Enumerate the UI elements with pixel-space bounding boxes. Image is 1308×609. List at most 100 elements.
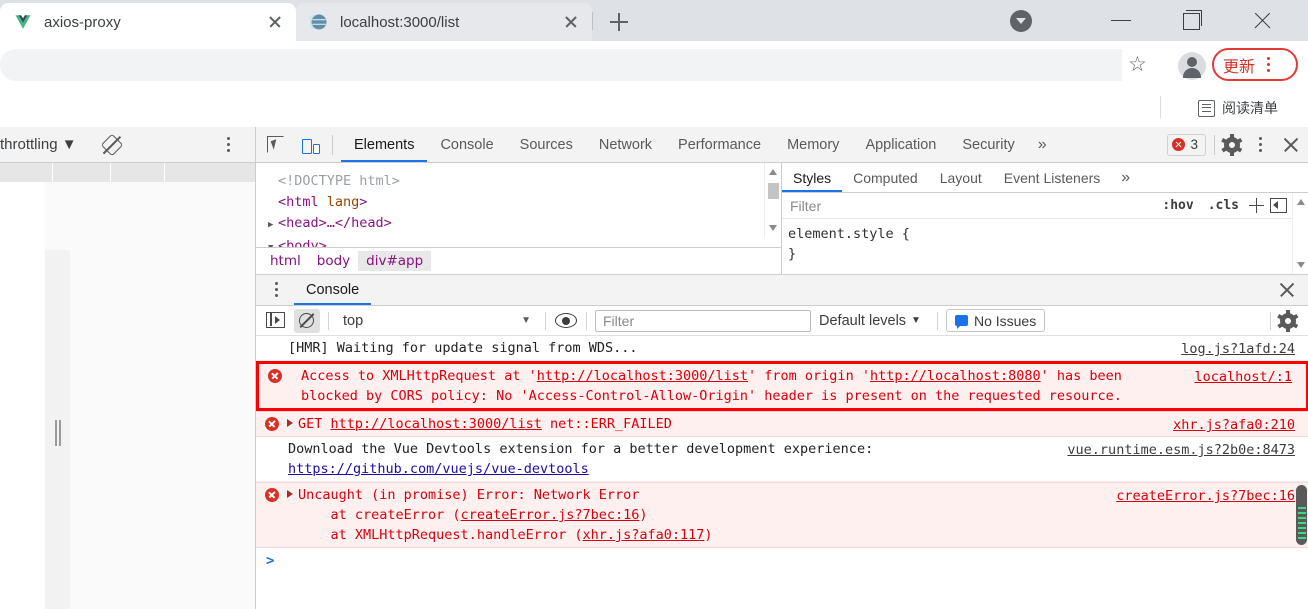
force-state-button[interactable]: :hov (1155, 198, 1200, 213)
expand-triangle-icon[interactable] (287, 419, 293, 427)
plus-icon[interactable] (1246, 196, 1268, 216)
kebab-menu-icon[interactable] (221, 135, 237, 155)
tab-elements[interactable]: Elements (341, 127, 427, 162)
tab-network[interactable]: Network (586, 127, 665, 162)
expand-triangle-icon[interactable] (287, 490, 293, 498)
tab-memory[interactable]: Memory (774, 127, 852, 162)
address-bar[interactable] (0, 49, 1122, 81)
inspect-element-icon[interactable] (262, 131, 290, 159)
scroll-up-icon[interactable] (1297, 199, 1305, 205)
dom-line-head[interactable]: ▶ <head>…</head> (268, 213, 764, 236)
browser-tab-inactive[interactable]: localhost:3000/list (296, 3, 592, 41)
styles-tab-bar: Styles Computed Layout Event Listeners » (782, 163, 1308, 193)
tab-label: Memory (787, 136, 840, 153)
issues-button[interactable]: No Issues (945, 309, 1046, 332)
gear-icon[interactable] (1277, 309, 1299, 332)
tab-search-icon[interactable] (1010, 10, 1032, 32)
styles-rules[interactable]: element.style { } (782, 220, 1292, 274)
console-scrollbar[interactable] (1296, 485, 1307, 545)
tab-layout[interactable]: Layout (929, 163, 993, 192)
tab-event-listeners[interactable]: Event Listeners (993, 163, 1112, 192)
console-sidebar-icon[interactable] (264, 310, 288, 332)
kebab-menu-icon[interactable] (1253, 135, 1269, 155)
live-expression-icon[interactable] (554, 312, 578, 329)
dom-scrollbar[interactable] (764, 163, 781, 237)
breadcrumb-item-html[interactable]: html (262, 251, 309, 271)
tab-console[interactable]: Console (294, 275, 371, 305)
element-classes-button[interactable]: .cls (1201, 198, 1246, 213)
scroll-up-icon[interactable] (769, 169, 777, 175)
cors-line2: blocked by CORS policy: No 'Access-Contr… (301, 388, 1122, 404)
console-message-cors-error[interactable]: Access to XMLHttpRequest at 'http://loca… (256, 361, 1308, 411)
console-message-uncaught-network-error[interactable]: Uncaught (in promise) Error: Network Err… (256, 482, 1308, 548)
scroll-down-icon[interactable] (769, 225, 777, 231)
scroll-down-icon[interactable] (1297, 262, 1305, 268)
tab-computed[interactable]: Computed (842, 163, 929, 192)
console-message-get-failed[interactable]: GET http://localhost:3000/list net::ERR_… (256, 411, 1308, 437)
breadcrumb-item-body[interactable]: body (309, 251, 358, 271)
profile-avatar-icon[interactable] (1178, 52, 1206, 80)
message-source-link[interactable]: xhr.js?afa0:210 (1173, 415, 1295, 435)
styles-filter-input[interactable] (782, 193, 1156, 218)
more-tabs-icon[interactable]: » (1028, 136, 1057, 154)
toggle-sidebar-icon[interactable] (1268, 196, 1290, 216)
tab-label: Console (306, 282, 360, 298)
tab-console[interactable]: Console (427, 127, 506, 162)
styles-panel: Styles Computed Layout Event Listeners »… (782, 163, 1308, 274)
devtools-link[interactable]: https://github.com/vuejs/vue-devtools (288, 461, 589, 477)
tab-close-icon[interactable] (262, 9, 288, 35)
uncaught-line2-link[interactable]: createError.js?7bec:16 (461, 507, 640, 523)
rotate-device-icon[interactable] (100, 133, 123, 156)
error-icon (268, 369, 282, 383)
message-source-link[interactable]: vue.runtime.esm.js?2b0e:8473 (1067, 440, 1295, 460)
console-filter-input[interactable] (595, 309, 811, 332)
throttling-dropdown[interactable]: throttling ▼ (0, 136, 77, 153)
kebab-menu-icon[interactable] (266, 280, 288, 300)
clear-console-icon[interactable] (294, 308, 320, 333)
reading-list-button[interactable]: 阅读清单 (1198, 96, 1278, 120)
tab-application[interactable]: Application (852, 127, 949, 162)
console-message-vue-devtools[interactable]: Download the Vue Devtools extension for … (256, 437, 1308, 482)
message-source-link[interactable]: createError.js?7bec:16 (1116, 486, 1295, 506)
dom-tree[interactable]: <!DOCTYPE html> <html lang> ▶ <head>…</he… (256, 163, 764, 254)
uncaught-line3-link[interactable]: xhr.js?afa0:117 (582, 527, 704, 543)
close-icon[interactable] (1281, 135, 1301, 155)
styles-toolbar: :hov .cls (782, 193, 1292, 219)
tab-styles[interactable]: Styles (782, 163, 842, 192)
log-levels-dropdown[interactable]: Default levels ▼ (811, 313, 929, 329)
browser-tab-active[interactable]: axios-proxy (0, 3, 296, 41)
message-source-link[interactable]: localhost/:1 (1194, 367, 1292, 387)
cors-pre: Access to XMLHttpRequest at ' (301, 368, 537, 384)
tab-sources[interactable]: Sources (507, 127, 586, 162)
kebab-menu-icon[interactable] (1261, 55, 1277, 75)
tab-performance[interactable]: Performance (665, 127, 774, 162)
console-prompt[interactable]: > (256, 548, 1308, 576)
cors-url-target[interactable]: http://localhost:3000/list (537, 368, 748, 384)
close-icon[interactable] (1240, 0, 1286, 41)
execution-context-dropdown[interactable]: top ▼ (337, 309, 537, 333)
styles-scrollbar[interactable] (1292, 193, 1308, 274)
tab-close-icon[interactable] (558, 9, 584, 35)
device-resize-handle[interactable] (45, 250, 70, 609)
star-icon[interactable]: ☆ (1128, 53, 1154, 79)
message-text: Access to XMLHttpRequest at 'http://loca… (259, 366, 1306, 406)
get-url[interactable]: http://localhost:3000/list (331, 416, 542, 432)
console-message-hmr[interactable]: [HMR] Waiting for update signal from WDS… (256, 336, 1308, 361)
device-ruler (0, 163, 256, 182)
message-source-link[interactable]: log.js?1afd:24 (1181, 339, 1295, 359)
scroll-thumb[interactable] (768, 183, 779, 199)
tab-security[interactable]: Security (949, 127, 1027, 162)
update-button[interactable]: 更新 (1212, 48, 1298, 81)
device-toolbar-icon[interactable] (296, 131, 324, 159)
console-message-list[interactable]: [HMR] Waiting for update signal from WDS… (256, 336, 1308, 609)
gear-icon[interactable] (1221, 133, 1243, 156)
minimize-icon[interactable] (1098, 0, 1144, 41)
close-icon[interactable] (1277, 280, 1297, 300)
more-tabs-icon[interactable]: » (1111, 169, 1140, 187)
cors-url-origin[interactable]: http://localhost:8080 (870, 368, 1041, 384)
error-count-badge[interactable]: 3 (1167, 133, 1206, 156)
breadcrumb-item-div-app[interactable]: div#app (358, 251, 432, 271)
expand-triangle-icon[interactable]: ▶ (268, 215, 278, 236)
new-tab-button[interactable] (604, 8, 634, 36)
maximize-icon[interactable] (1168, 0, 1214, 41)
